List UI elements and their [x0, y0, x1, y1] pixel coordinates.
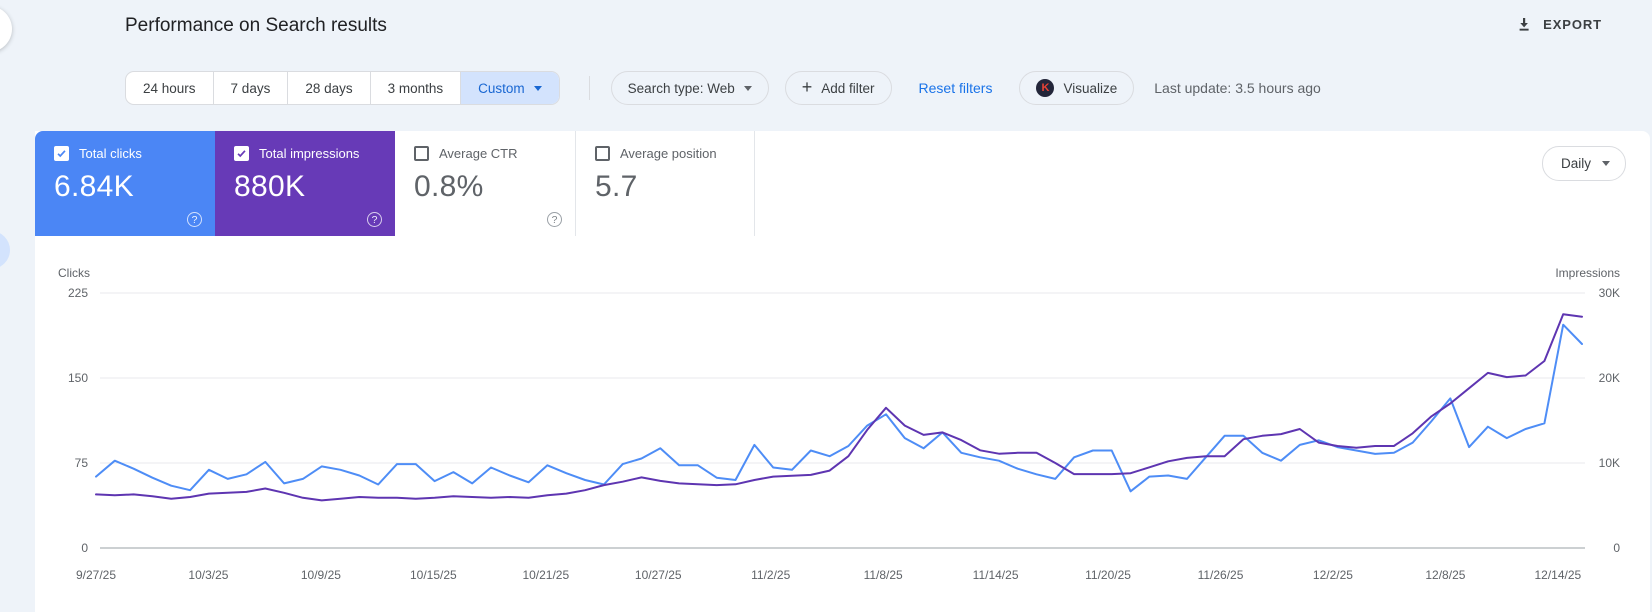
date-range-group: 24 hours 7 days 28 days 3 months Custom — [125, 71, 560, 105]
x-axis-tick: 10/3/25 — [188, 568, 228, 582]
search-type-label: Search type: Web — [627, 80, 735, 96]
metric-label: Average position — [620, 146, 717, 161]
chevron-down-icon — [1602, 161, 1610, 166]
metric-label: Total clicks — [79, 146, 142, 161]
export-button[interactable]: EXPORT — [1516, 16, 1602, 32]
help-icon[interactable]: ? — [367, 212, 382, 227]
x-axis-tick: 12/14/25 — [1534, 568, 1581, 582]
add-filter-button[interactable]: + Add filter — [784, 71, 892, 105]
x-axis-tick: 10/21/25 — [522, 568, 569, 582]
granularity-label: Daily — [1560, 156, 1591, 171]
search-type-dropdown[interactable]: Search type: Web — [610, 71, 769, 105]
reset-filters-link[interactable]: Reset filters — [919, 80, 993, 96]
y-right-tick: 30K — [1599, 286, 1620, 300]
series-line-total-clicks[interactable] — [95, 323, 1583, 493]
add-filter-label: Add filter — [821, 80, 875, 96]
range-24-hours[interactable]: 24 hours — [126, 72, 214, 104]
chevron-down-icon — [533, 85, 542, 91]
visualize-button[interactable]: K Visualize — [1019, 71, 1135, 105]
metric-card-average-position[interactable]: Average position 5.7 — [575, 131, 755, 236]
floating-button-artifact — [0, 6, 12, 52]
performance-line-chart[interactable]: 225 30K 150 20K 75 10K 0 0 Clicks Impressions 9/27… — [35, 245, 1650, 612]
metric-card-total-clicks[interactable]: Total clicks 6.84K ? — [35, 131, 215, 236]
floating-bubble-artifact — [0, 231, 10, 269]
filter-bar: 24 hours 7 days 28 days 3 months Custom … — [125, 71, 1321, 105]
x-axis-tick: 9/27/25 — [76, 568, 116, 582]
metric-card-average-ctr[interactable]: Average CTR 0.8% ? — [395, 131, 575, 236]
range-custom[interactable]: Custom — [461, 72, 559, 104]
visualize-label: Visualize — [1063, 80, 1118, 96]
checkbox-checked-icon[interactable] — [54, 146, 69, 161]
x-axis-tick: 11/14/25 — [973, 568, 1019, 582]
range-3-months[interactable]: 3 months — [371, 72, 462, 104]
series-line-total-impressions[interactable] — [95, 313, 1583, 502]
download-icon — [1516, 16, 1532, 32]
checkbox-unchecked-icon[interactable] — [595, 146, 610, 161]
y-right-tick: 20K — [1599, 371, 1620, 385]
metric-label: Average CTR — [439, 146, 518, 161]
export-label: EXPORT — [1543, 16, 1602, 32]
range-28-days[interactable]: 28 days — [288, 72, 371, 104]
metric-card-total-impressions[interactable]: Total impressions 880K ? — [215, 131, 395, 236]
x-axis-tick: 12/8/25 — [1425, 568, 1465, 582]
y-left-tick: 75 — [75, 456, 89, 470]
help-icon[interactable]: ? — [547, 212, 562, 227]
metric-value: 0.8% — [414, 170, 484, 203]
x-axis-tick: 11/26/25 — [1198, 568, 1244, 582]
y-right-axis-label: Impressions — [1555, 266, 1620, 280]
filter-divider — [588, 76, 590, 100]
x-axis-tick: 10/15/25 — [410, 568, 457, 582]
range-custom-label: Custom — [478, 80, 525, 96]
page-title: Performance on Search results — [125, 15, 387, 36]
metric-value: 5.7 — [595, 170, 638, 203]
x-axis-tick: 12/2/25 — [1313, 568, 1353, 582]
metric-value: 880K — [234, 170, 306, 203]
x-axis-tick: 11/8/25 — [864, 568, 903, 582]
metric-value: 6.84K — [54, 170, 134, 203]
help-icon[interactable]: ? — [187, 212, 202, 227]
metric-cards: Total clicks 6.84K ? Total impressions 8… — [35, 131, 755, 236]
range-7-days[interactable]: 7 days — [214, 72, 289, 104]
last-update-text: Last update: 3.5 hours ago — [1154, 80, 1321, 96]
checkbox-checked-icon[interactable] — [234, 146, 249, 161]
x-axis-tick: 11/2/25 — [751, 568, 790, 582]
chevron-down-icon — [743, 85, 752, 91]
plus-icon: + — [801, 77, 813, 97]
granularity-dropdown[interactable]: Daily — [1541, 146, 1626, 181]
x-axis-tick: 10/27/25 — [635, 568, 682, 582]
x-axis-tick: 10/9/25 — [301, 568, 341, 582]
y-left-tick: 225 — [68, 286, 88, 300]
y-right-tick: 10K — [1599, 456, 1620, 470]
y-left-tick: 0 — [81, 541, 88, 555]
y-right-tick: 0 — [1613, 541, 1620, 555]
y-left-tick: 150 — [68, 371, 88, 385]
y-left-axis-label: Clicks — [58, 266, 90, 280]
performance-panel: Total clicks 6.84K ? Total impressions 8… — [35, 131, 1650, 612]
visualize-k-icon: K — [1036, 79, 1055, 97]
x-axis-tick: 11/20/25 — [1085, 568, 1131, 582]
checkbox-unchecked-icon[interactable] — [414, 146, 429, 161]
metric-label: Total impressions — [259, 146, 360, 161]
